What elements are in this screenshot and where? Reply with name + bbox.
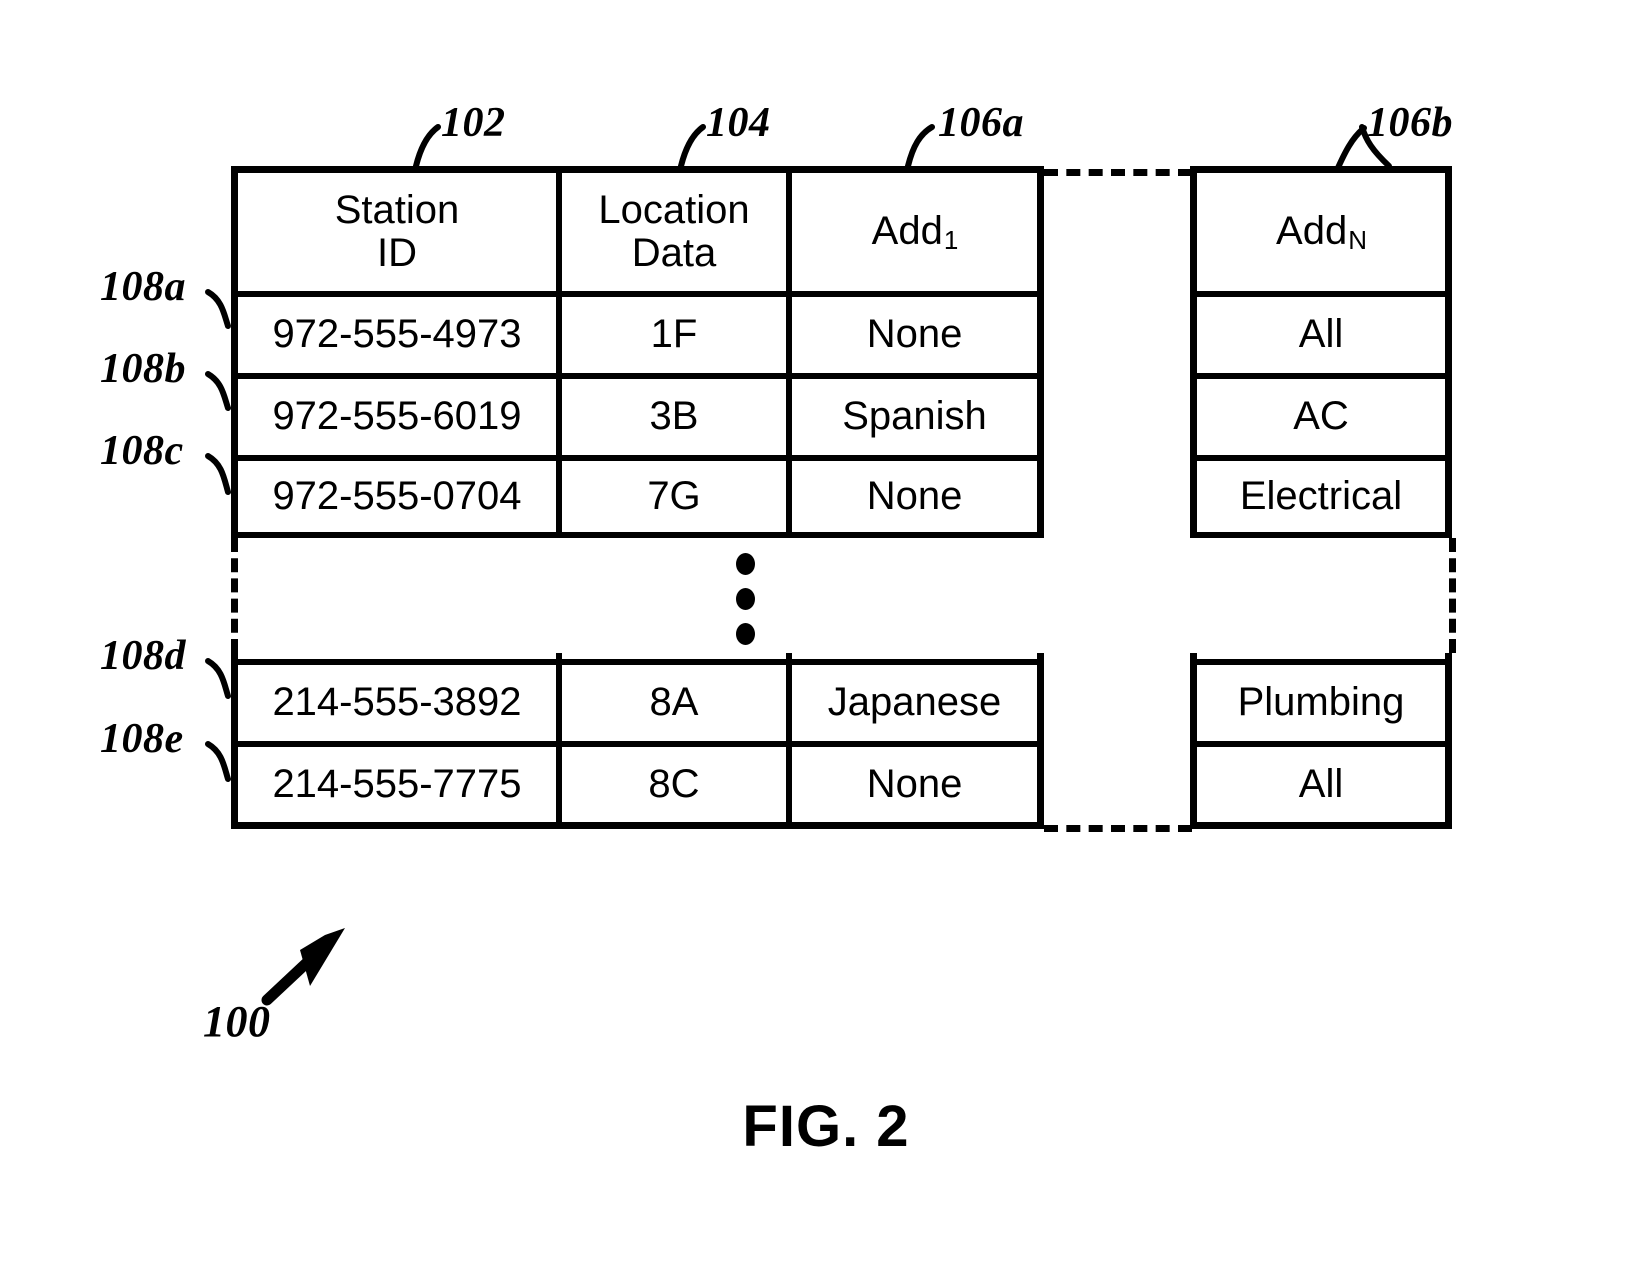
right-block-left-border-top [1190,166,1197,538]
header-add-last: Add N [1197,173,1445,291]
cell-location-data: 3B [562,379,786,455]
cell-add-first: Spanish [792,379,1037,455]
cell-add-last: Plumbing [1197,665,1445,741]
ref-numeral-106b: 106b [1367,100,1453,146]
vertical-ellipsis [735,553,755,645]
header-station-id: Station ID [238,173,556,291]
dashed-connector-top [1044,169,1192,176]
header-location-data: Location Data [562,173,786,291]
leader-line-102 [413,124,441,169]
leader-line-108e [205,741,231,782]
cell-add-last: AC [1197,379,1445,455]
ref-numeral-108c: 108c [100,428,184,474]
cell-station-id: 972-555-4973 [238,297,556,373]
cell-add-last: Electrical [1197,461,1445,532]
leader-line-106a [905,124,935,169]
header-add-first: Add 1 [792,173,1037,291]
ref-numeral-108a: 108a [100,264,186,310]
leader-line-104 [678,124,706,169]
table-top-border-right [1190,166,1452,173]
header-add-first-subscript: 1 [943,224,959,255]
leader-line-108d [205,658,231,699]
figure-callout-arrow [261,928,345,1006]
ellipsis-dot-1 [735,553,755,575]
cell-location-data: 1F [562,297,786,373]
header-add-last-subscript: N [1348,224,1367,255]
header-add-first-base: Add [871,209,943,254]
table-left-border-top [231,166,238,538]
cell-add-first: None [792,747,1037,822]
table-left-border-dashed [231,538,238,653]
cell-add-first: Japanese [792,665,1037,741]
right-block-right-border-top [1445,166,1452,538]
cell-location-data: 8C [562,747,786,822]
dashed-connector-bottom [1044,825,1192,832]
cell-station-id: 972-555-0704 [238,461,556,532]
figure-caption: FIG. 2 [742,1094,910,1159]
leader-line-106b-hook [1334,125,1367,173]
right-block-dashed-vertical [1449,538,1456,653]
cell-station-id: 214-555-7775 [238,747,556,822]
header-station-id-line2: ID [377,231,417,275]
cell-add-first: None [792,461,1037,532]
leader-line-108b [205,371,231,411]
table-bottom-border-left [231,822,1044,829]
cell-location-data: 8A [562,665,786,741]
table-bottom-border-right [1190,822,1452,829]
left-block-right-border-top [1037,166,1044,538]
leader-line-108a [205,289,231,329]
cell-station-id: 214-555-3892 [238,665,556,741]
table-top-border-left [231,166,1044,173]
ref-numeral-108b: 108b [100,346,186,392]
header-add-last-base: Add [1276,209,1348,254]
cell-station-id: 972-555-6019 [238,379,556,455]
cell-location-data: 7G [562,461,786,532]
ellipsis-dot-2 [735,588,755,610]
ref-numeral-108e: 108e [100,716,184,762]
header-location-data-line2: Data [631,231,717,275]
cell-add-first: None [792,297,1037,373]
patent-figure-2: 102 104 106a 106b 108a 108b 108c 108d 10… [0,0,1652,1279]
ellipsis-dot-3 [735,623,755,645]
ref-numeral-100: 100 [203,997,271,1046]
hrule-r3-bottom-left [231,532,1044,538]
cell-add-last: All [1197,747,1445,822]
ref-numeral-108d: 108d [100,633,186,679]
leader-line-108c [205,453,231,495]
cell-add-last: All [1197,297,1445,373]
hrule-r3-bottom-right [1190,532,1452,538]
header-station-id-line1: Station [334,187,460,232]
header-location-data-line1: Location [598,187,750,232]
ref-numeral-102: 102 [441,100,506,146]
ref-numeral-104: 104 [706,100,771,146]
ref-numeral-106a: 106a [938,100,1024,146]
